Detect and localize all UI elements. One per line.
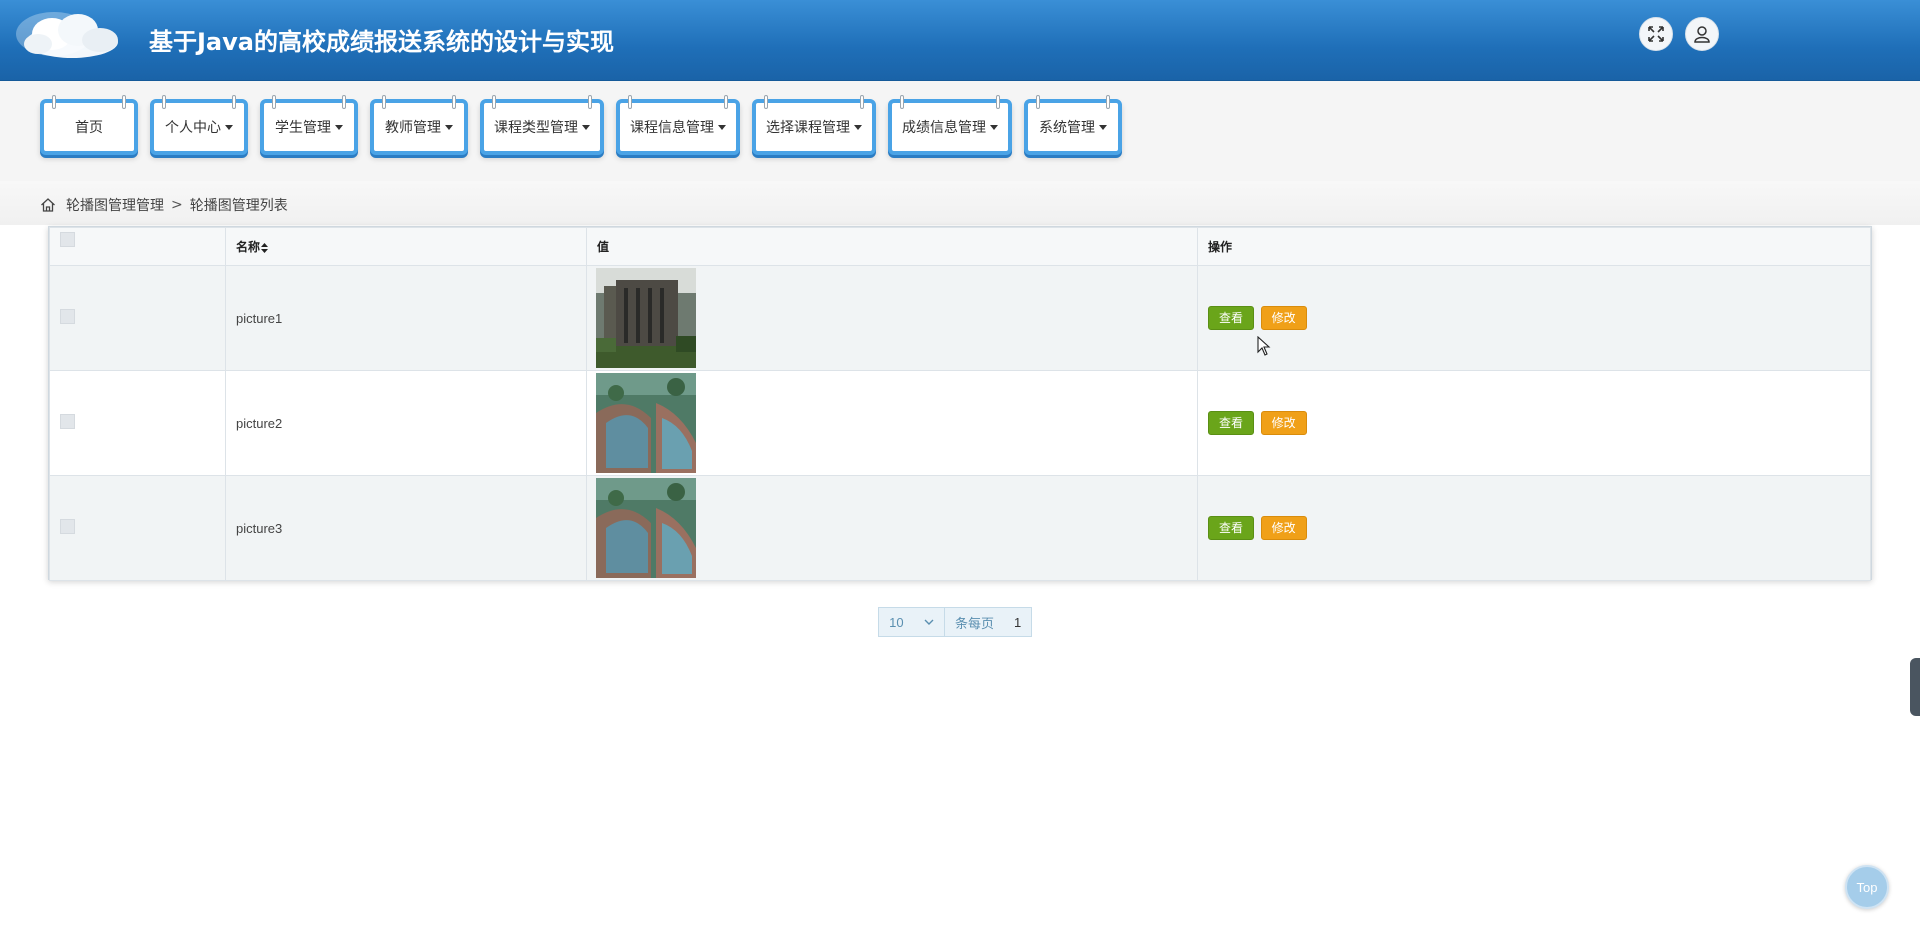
chevron-down-icon [924,619,934,625]
page-size-select[interactable]: 10 [879,608,945,636]
page-size-value: 10 [889,614,904,630]
nav-student-management[interactable]: 学生管理 [260,95,358,155]
breadcrumb: 轮播图管理管理 > 轮播图管理列表 [40,195,288,215]
back-to-top-button[interactable]: Top [1845,865,1889,909]
app-header: 基于Java的高校成绩报送系统的设计与实现 [0,0,1920,81]
chevron-down-icon [445,124,453,130]
carousel-thumbnail[interactable] [596,478,696,578]
nav-label: 课程信息管理 [630,120,714,136]
fullscreen-icon [1648,26,1664,42]
select-all-checkbox[interactable] [60,231,75,247]
breadcrumb-parent[interactable]: 轮播图管理管理 [66,195,164,215]
table-header-row: 名称 值 操作 [49,227,1871,266]
page-number-1[interactable]: 1 [1004,608,1031,636]
view-button[interactable]: 查看 [1208,411,1255,435]
chevron-down-icon [225,124,233,130]
table-row: picture2 查看 修改 [49,370,1871,476]
table-row: picture3 查看 修改 [49,475,1871,581]
row-name: picture1 [225,265,587,371]
chevron-down-icon [854,124,862,130]
nav-label: 个人中心 [165,120,221,136]
chevron-down-icon [990,124,998,130]
table-row: picture1 查看 修改 [49,265,1871,371]
nav-system-management[interactable]: 系统管理 [1024,95,1122,155]
breadcrumb-current: 轮播图管理列表 [189,198,288,214]
home-icon[interactable] [40,197,56,213]
carousel-thumbnail[interactable] [596,268,696,368]
chevron-down-icon [1099,124,1107,130]
nav-label: 选择课程管理 [766,120,850,136]
column-value-header: 值 [586,227,1198,266]
chevron-down-icon [335,124,343,130]
breadcrumb-separator: > [171,197,183,213]
carousel-thumbnail[interactable] [596,373,696,473]
nav-label: 系统管理 [1039,120,1095,136]
sort-icon[interactable] [261,242,269,253]
app-title: 基于Java的高校成绩报送系统的设计与实现 [149,28,614,56]
cloud-logo-icon [16,12,118,58]
row-checkbox[interactable] [60,309,75,324]
mouse-cursor-icon [1257,336,1271,356]
user-button[interactable] [1685,17,1719,51]
main-nav: 首页 个人中心 学生管理 教师管理 课程类型管理 课程信息管理 选择课程管理 成… [0,81,1920,181]
edit-button[interactable]: 修改 [1260,411,1307,435]
breadcrumb-bar: 轮播图管理管理 > 轮播图管理列表 [0,181,1920,225]
view-button[interactable]: 查看 [1208,516,1255,540]
nav-personal-center[interactable]: 个人中心 [150,95,248,155]
nav-course-selection-management[interactable]: 选择课程管理 [752,95,876,155]
row-checkbox[interactable] [60,519,75,534]
pagination: 10 条每页 1 [878,607,1033,637]
nav-course-info-management[interactable]: 课程信息管理 [616,95,740,155]
carousel-table: 名称 值 操作 picture1 查看 修改 picture2 查看 修改 pi… [49,227,1871,581]
user-icon [1694,26,1710,43]
nav-label: 学生管理 [275,120,331,136]
side-drawer-handle[interactable] [1910,658,1920,716]
row-checkbox[interactable] [60,414,75,429]
view-button[interactable]: 查看 [1208,306,1255,330]
nav-label: 首页 [75,120,103,136]
column-actions-header: 操作 [1197,227,1871,266]
fullscreen-button[interactable] [1639,17,1673,51]
nav-grade-info-management[interactable]: 成绩信息管理 [888,95,1012,155]
nav-teacher-management[interactable]: 教师管理 [370,95,468,155]
nav-label: 课程类型管理 [494,120,578,136]
row-name: picture3 [225,475,587,581]
nav-course-type-management[interactable]: 课程类型管理 [480,95,604,155]
nav-label: 教师管理 [385,120,441,136]
edit-button[interactable]: 修改 [1260,306,1307,330]
chevron-down-icon [718,124,726,130]
edit-button[interactable]: 修改 [1260,516,1307,540]
table-panel: 名称 值 操作 picture1 查看 修改 picture2 查看 修改 pi… [48,226,1872,581]
nav-home[interactable]: 首页 [40,95,138,155]
nav-label: 成绩信息管理 [902,120,986,136]
per-page-label: 条每页 [955,615,995,631]
chevron-down-icon [582,124,590,130]
row-name: picture2 [225,370,587,476]
column-name-header[interactable]: 名称 [225,227,587,266]
